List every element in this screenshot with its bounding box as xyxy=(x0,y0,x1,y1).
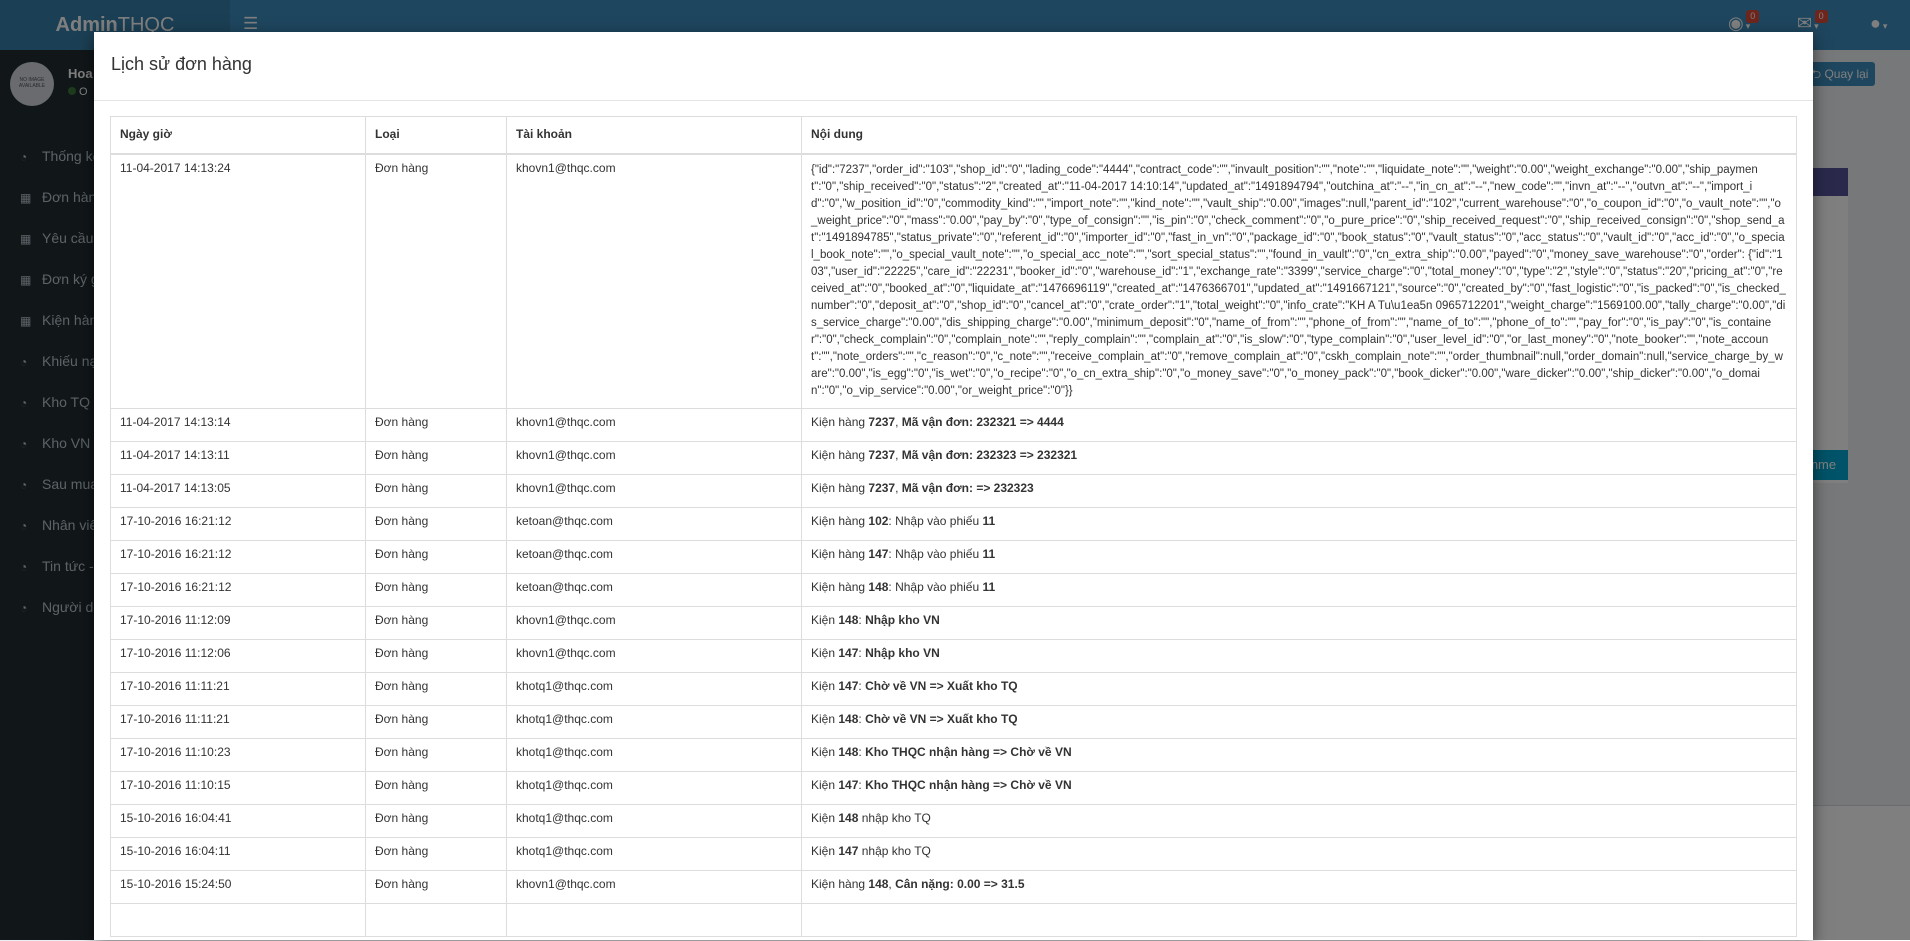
cell-type: Đơn hàng xyxy=(365,606,507,640)
modal-body: Ngày giờ Loại Tài khoản Nội dung 11-04-2… xyxy=(110,116,1797,937)
cell-content: Kiện 147 nhập kho TQ xyxy=(801,837,1797,871)
table-row: 17-10-2016 11:10:15 Đơn hàng khotq1@thqc.c… xyxy=(110,771,1797,805)
modal-header: Lịch sử đơn hàng xyxy=(94,32,1813,101)
table-row: 17-10-2016 16:21:12 Đơn hàng ketoan@thqc.c… xyxy=(110,573,1797,607)
cell-date: 11-04-2017 14:13:24 xyxy=(110,153,366,409)
cell-date: 11-04-2017 14:13:14 xyxy=(110,408,366,442)
cell-date: 17-10-2016 16:21:12 xyxy=(110,507,366,541)
cell-account: ketoan@thqc.com xyxy=(506,507,802,541)
cell-date xyxy=(110,903,366,937)
order-history-modal: Lịch sử đơn hàng Ngày giờ Loại Tài khoản… xyxy=(94,32,1813,940)
table-row: 17-10-2016 11:11:21 Đơn hàng khotq1@thqc.c… xyxy=(110,705,1797,739)
table-row: 15-10-2016 15:24:50 Đơn hàng khovn1@thqc.c… xyxy=(110,870,1797,904)
cell-content: Kiện 147: Kho THQC nhận hàng => Chờ về V… xyxy=(801,771,1797,805)
cell-type: Đơn hàng xyxy=(365,441,507,475)
cell-account xyxy=(506,903,802,937)
cell-type: Đơn hàng xyxy=(365,804,507,838)
cell-date: 17-10-2016 16:21:12 xyxy=(110,540,366,574)
cell-content: Kiện 148: Kho THQC nhận hàng => Chờ về V… xyxy=(801,738,1797,772)
modal-title: Lịch sử đơn hàng xyxy=(111,54,252,74)
cell-type: Đơn hàng xyxy=(365,672,507,706)
cell-date: 17-10-2016 16:21:12 xyxy=(110,573,366,607)
cell-content: Kiện 147: Chờ về VN => Xuất kho TQ xyxy=(801,672,1797,706)
table-row: 17-10-2016 11:12:06 Đơn hàng khovn1@thqc.c… xyxy=(110,639,1797,673)
table-row: 11-04-2017 14:13:14 Đơn hàng khovn1@thqc.c… xyxy=(110,408,1797,442)
cell-account: khovn1@thqc.com xyxy=(506,870,802,904)
cell-content xyxy=(801,903,1797,937)
table-row: 17-10-2016 16:21:12 Đơn hàng ketoan@thqc.c… xyxy=(110,540,1797,574)
cell-account: khovn1@thqc.com xyxy=(506,474,802,508)
cell-type: Đơn hàng xyxy=(365,870,507,904)
table-row: 17-10-2016 11:10:23 Đơn hàng khotq1@thqc.c… xyxy=(110,738,1797,772)
table-row: 15-10-2016 16:04:11 Đơn hàng khotq1@thqc.c… xyxy=(110,837,1797,871)
column-header-date: Ngày giờ xyxy=(110,116,366,155)
column-header-account: Tài khoản xyxy=(506,116,802,155)
cell-account: khotq1@thqc.com xyxy=(506,804,802,838)
cell-type: Đơn hàng xyxy=(365,573,507,607)
table-header-row: Ngày giờ Loại Tài khoản Nội dung xyxy=(110,116,1797,155)
cell-account: khotq1@thqc.com xyxy=(506,705,802,739)
table-row: 11-04-2017 14:13:11 Đơn hàng khovn1@thqc.c… xyxy=(110,441,1797,475)
cell-account: khovn1@thqc.com xyxy=(506,639,802,673)
cell-content: Kiện hàng 7237, Mã vận đơn: 232323 => 23… xyxy=(801,441,1797,475)
cell-account: khovn1@thqc.com xyxy=(506,408,802,442)
table-row: 17-10-2016 11:11:21 Đơn hàng khotq1@thqc.c… xyxy=(110,672,1797,706)
cell-content: Kiện 147: Nhập kho VN xyxy=(801,639,1797,673)
cell-account: khotq1@thqc.com xyxy=(506,672,802,706)
cell-account: ketoan@thqc.com xyxy=(506,540,802,574)
table-body: 11-04-2017 14:13:24 Đơn hàng khovn1@thqc.c… xyxy=(110,153,1797,937)
cell-date: 11-04-2017 14:13:05 xyxy=(110,474,366,508)
cell-content: Kiện hàng 148, Cân nặng: 0.00 => 31.5 xyxy=(801,870,1797,904)
cell-date: 15-10-2016 16:04:11 xyxy=(110,837,366,871)
table-row: 11-04-2017 14:13:24 Đơn hàng khovn1@thqc.c… xyxy=(110,153,1797,409)
cell-content: Kiện hàng 148: Nhập vào phiếu 11 xyxy=(801,573,1797,607)
column-header-type: Loại xyxy=(365,116,507,155)
cell-date: 11-04-2017 14:13:11 xyxy=(110,441,366,475)
cell-date: 17-10-2016 11:11:21 xyxy=(110,672,366,706)
cell-type: Đơn hàng xyxy=(365,540,507,574)
cell-content: {"id":"7237","order_id":"103","shop_id":… xyxy=(801,153,1797,409)
cell-account: khovn1@thqc.com xyxy=(506,441,802,475)
cell-content: Kiện 148 nhập kho TQ xyxy=(801,804,1797,838)
cell-type: Đơn hàng xyxy=(365,705,507,739)
cell-date: 15-10-2016 15:24:50 xyxy=(110,870,366,904)
cell-content: Kiện hàng 102: Nhập vào phiếu 11 xyxy=(801,507,1797,541)
cell-date: 17-10-2016 11:12:06 xyxy=(110,639,366,673)
cell-account: khotq1@thqc.com xyxy=(506,771,802,805)
cell-content: Kiện hàng 7237, Mã vận đơn: 232321 => 44… xyxy=(801,408,1797,442)
cell-content: Kiện hàng 147: Nhập vào phiếu 11 xyxy=(801,540,1797,574)
cell-type: Đơn hàng xyxy=(365,153,507,409)
cell-account: khovn1@thqc.com xyxy=(506,153,802,409)
cell-date: 17-10-2016 11:10:23 xyxy=(110,738,366,772)
table-row: 17-10-2016 16:21:12 Đơn hàng ketoan@thqc.c… xyxy=(110,507,1797,541)
cell-type xyxy=(365,903,507,937)
cell-account: ketoan@thqc.com xyxy=(506,573,802,607)
history-table: Ngày giờ Loại Tài khoản Nội dung 11-04-2… xyxy=(110,116,1797,937)
cell-type: Đơn hàng xyxy=(365,639,507,673)
cell-type: Đơn hàng xyxy=(365,474,507,508)
cell-account: khotq1@thqc.com xyxy=(506,738,802,772)
table-row: 11-04-2017 14:13:05 Đơn hàng khovn1@thqc.c… xyxy=(110,474,1797,508)
table-row: 17-10-2016 11:12:09 Đơn hàng khovn1@thqc.c… xyxy=(110,606,1797,640)
cell-type: Đơn hàng xyxy=(365,771,507,805)
table-row xyxy=(110,903,1797,937)
cell-type: Đơn hàng xyxy=(365,408,507,442)
cell-date: 15-10-2016 16:04:41 xyxy=(110,804,366,838)
cell-type: Đơn hàng xyxy=(365,507,507,541)
cell-date: 17-10-2016 11:11:21 xyxy=(110,705,366,739)
cell-date: 17-10-2016 11:12:09 xyxy=(110,606,366,640)
cell-content: Kiện 148: Chờ về VN => Xuất kho TQ xyxy=(801,705,1797,739)
cell-content: Kiện hàng 7237, Mã vận đơn: => 232323 xyxy=(801,474,1797,508)
cell-type: Đơn hàng xyxy=(365,837,507,871)
column-header-content: Nội dung xyxy=(801,116,1797,155)
cell-account: khovn1@thqc.com xyxy=(506,606,802,640)
cell-content: Kiện 148: Nhập kho VN xyxy=(801,606,1797,640)
cell-date: 17-10-2016 11:10:15 xyxy=(110,771,366,805)
table-row: 15-10-2016 16:04:41 Đơn hàng khotq1@thqc.c… xyxy=(110,804,1797,838)
cell-account: khotq1@thqc.com xyxy=(506,837,802,871)
cell-type: Đơn hàng xyxy=(365,738,507,772)
